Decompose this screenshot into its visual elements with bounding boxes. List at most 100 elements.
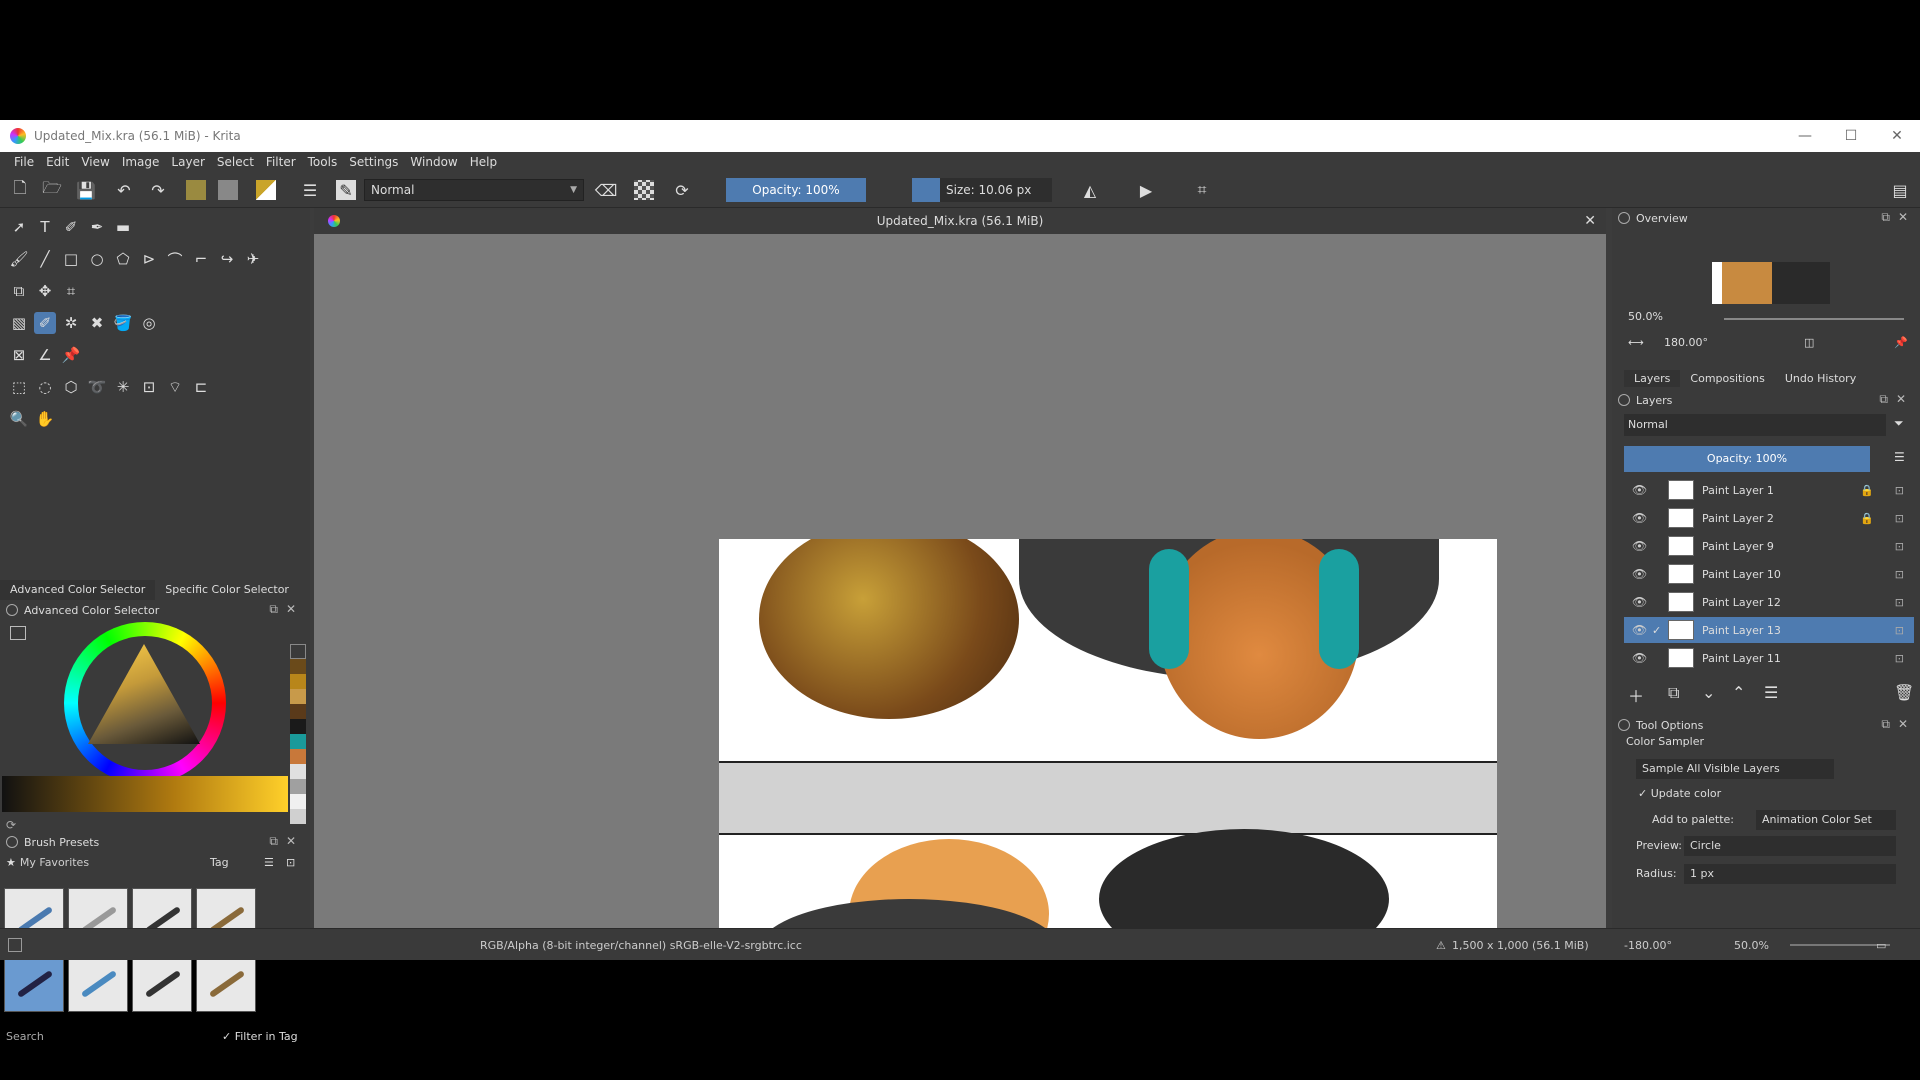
- visibility-eye-icon[interactable]: 👁: [1632, 595, 1652, 609]
- layer-menu-icon[interactable]: ☰: [1764, 683, 1778, 702]
- maximize-button[interactable]: ☐: [1828, 120, 1874, 152]
- brush-preset-item[interactable]: [68, 952, 128, 1012]
- layer-row[interactable]: 👁 Paint Layer 10 ⊡: [1624, 561, 1914, 587]
- close-document-button[interactable]: ✕: [1584, 208, 1596, 234]
- assistant-tool-icon[interactable]: ⊠: [8, 344, 30, 366]
- menu-edit[interactable]: Edit: [40, 155, 75, 169]
- smart-patch-tool-icon[interactable]: ✖: [86, 312, 108, 334]
- contiguous-select-tool-icon[interactable]: ✳: [112, 376, 134, 398]
- lock-docker-icon[interactable]: [6, 604, 18, 616]
- layer-properties-icon[interactable]: ☰: [1894, 450, 1905, 464]
- lock-icon[interactable]: 🔒: [1860, 484, 1874, 497]
- refresh-icon[interactable]: ⟳: [6, 818, 16, 832]
- save-icon[interactable]: 💾: [76, 180, 96, 200]
- add-layer-icon[interactable]: ＋: [1628, 683, 1644, 707]
- alpha-lock-icon[interactable]: ⊡: [1895, 512, 1904, 525]
- layer-row-selected[interactable]: 👁 ✓ Paint Layer 13 ⊡: [1624, 617, 1914, 643]
- color-swatch[interactable]: [290, 659, 306, 674]
- size-slider[interactable]: Size: 10.06 px: [912, 178, 1052, 202]
- preserve-alpha-icon[interactable]: [634, 180, 654, 200]
- color-swatch[interactable]: [290, 749, 306, 764]
- brush-preset-item[interactable]: [196, 952, 256, 1012]
- menu-settings[interactable]: Settings: [343, 155, 404, 169]
- freehand-select-tool-icon[interactable]: ➰: [86, 376, 108, 398]
- reference-images-tool-icon[interactable]: 📌: [60, 344, 82, 366]
- fit-view-icon[interactable]: ▭: [1876, 939, 1886, 952]
- alpha-lock-icon[interactable]: ⊡: [1895, 568, 1904, 581]
- gradient-edit-tool-icon[interactable]: ▬: [112, 216, 134, 238]
- shade-selector-bar[interactable]: [2, 776, 288, 812]
- colorize-mask-tool-icon[interactable]: ✲: [60, 312, 82, 334]
- bezier-tool-icon[interactable]: ⌒: [164, 248, 186, 270]
- color-swatch[interactable]: [290, 644, 306, 659]
- mirror-horizontal-icon[interactable]: ◭: [1080, 180, 1100, 200]
- view-options-icon[interactable]: ☰: [264, 856, 274, 869]
- pin-icon[interactable]: 📌: [1894, 336, 1908, 349]
- alpha-lock-icon[interactable]: ⊡: [1895, 596, 1904, 609]
- transform-tool-icon[interactable]: ⧉: [8, 280, 30, 302]
- dynamic-brush-tool-icon[interactable]: ↪: [216, 248, 238, 270]
- calligraphy-tool-icon[interactable]: ✒: [86, 216, 108, 238]
- layer-opacity-slider[interactable]: Opacity: 100%: [1624, 446, 1870, 472]
- pan-tool-icon[interactable]: ✋: [34, 408, 56, 430]
- fg-bg-color-icon[interactable]: [256, 180, 276, 200]
- filter-icon[interactable]: ⏷: [1894, 416, 1904, 431]
- fill-tool-icon[interactable]: 🪣: [112, 312, 134, 334]
- tag-button[interactable]: Tag: [210, 856, 229, 869]
- color-swatch[interactable]: [290, 779, 306, 794]
- tab-compositions[interactable]: Compositions: [1680, 370, 1774, 387]
- visibility-eye-icon[interactable]: 👁: [1632, 567, 1652, 581]
- alpha-lock-icon[interactable]: ⊡: [1895, 652, 1904, 665]
- undo-icon[interactable]: ↶: [114, 180, 134, 200]
- elliptical-select-tool-icon[interactable]: ◌: [34, 376, 56, 398]
- duplicate-layer-icon[interactable]: ⧉: [1668, 683, 1679, 703]
- menu-image[interactable]: Image: [116, 155, 166, 169]
- fill-patterns-icon[interactable]: [218, 180, 238, 200]
- zoom-value[interactable]: 50.0%: [1734, 939, 1769, 952]
- move-layer-down-icon[interactable]: ⌄: [1702, 683, 1715, 702]
- docker-float-close-icon[interactable]: ⧉✕: [1881, 210, 1916, 225]
- measure-tool-icon[interactable]: ∠: [34, 344, 56, 366]
- color-swatch[interactable]: [290, 764, 306, 779]
- tab-advanced-color-selector[interactable]: Advanced Color Selector: [0, 580, 156, 600]
- lock-docker-icon[interactable]: [1618, 719, 1630, 731]
- layer-row[interactable]: 👁 Paint Layer 9 ⊡: [1624, 533, 1914, 559]
- import-icon[interactable]: ⊡: [286, 856, 295, 869]
- favorites-select[interactable]: My Favorites: [20, 856, 89, 869]
- minimize-button[interactable]: —: [1782, 120, 1828, 152]
- overview-zoom-slider[interactable]: [1724, 318, 1904, 320]
- color-swatch[interactable]: [290, 704, 306, 719]
- sample-layers-select[interactable]: Sample All Visible Layers: [1636, 759, 1834, 779]
- lock-icon[interactable]: 🔒: [1860, 512, 1874, 525]
- overview-rotation-value[interactable]: 180.00°: [1664, 336, 1708, 349]
- update-color-checkbox[interactable]: ✓ Update color: [1638, 787, 1721, 800]
- docker-float-close-icon[interactable]: ⧉✕: [269, 602, 304, 617]
- brush-settings-icon[interactable]: ☰: [300, 180, 320, 200]
- radius-input[interactable]: 1 px: [1684, 864, 1896, 884]
- visibility-eye-icon[interactable]: 👁: [1632, 651, 1652, 665]
- tab-undo-history[interactable]: Undo History: [1775, 370, 1866, 387]
- rectangle-tool-icon[interactable]: □: [60, 248, 82, 270]
- rectangular-select-tool-icon[interactable]: ⬚: [8, 376, 30, 398]
- delete-layer-icon[interactable]: 🗑: [1894, 683, 1914, 702]
- mirror-vertical-icon[interactable]: ▶: [1136, 180, 1156, 200]
- new-document-icon[interactable]: 🗋: [10, 178, 30, 200]
- polygonal-select-tool-icon[interactable]: ⬡: [60, 376, 82, 398]
- similar-color-select-tool-icon[interactable]: ⊡: [138, 376, 160, 398]
- color-swatch[interactable]: [290, 794, 306, 809]
- overview-zoom-value[interactable]: 50.0%: [1628, 310, 1663, 323]
- color-swatch[interactable]: [290, 719, 306, 734]
- menu-view[interactable]: View: [75, 155, 115, 169]
- freehand-path-tool-icon[interactable]: ⌐: [190, 248, 212, 270]
- blend-mode-select[interactable]: Normal ▼: [364, 179, 584, 201]
- menu-layer[interactable]: Layer: [165, 155, 210, 169]
- polygon-tool-icon[interactable]: ⬠: [112, 248, 134, 270]
- enclose-fill-tool-icon[interactable]: ◎: [138, 312, 160, 334]
- crop-tool-icon[interactable]: ⌗: [60, 280, 82, 302]
- multibrush-tool-icon[interactable]: ✈: [242, 248, 264, 270]
- selection-mode-icon[interactable]: [8, 938, 22, 952]
- zoom-slider[interactable]: [1790, 944, 1890, 946]
- alpha-lock-icon[interactable]: ⊡: [1895, 624, 1904, 637]
- menu-window[interactable]: Window: [404, 155, 463, 169]
- redo-icon[interactable]: ↷: [148, 180, 168, 200]
